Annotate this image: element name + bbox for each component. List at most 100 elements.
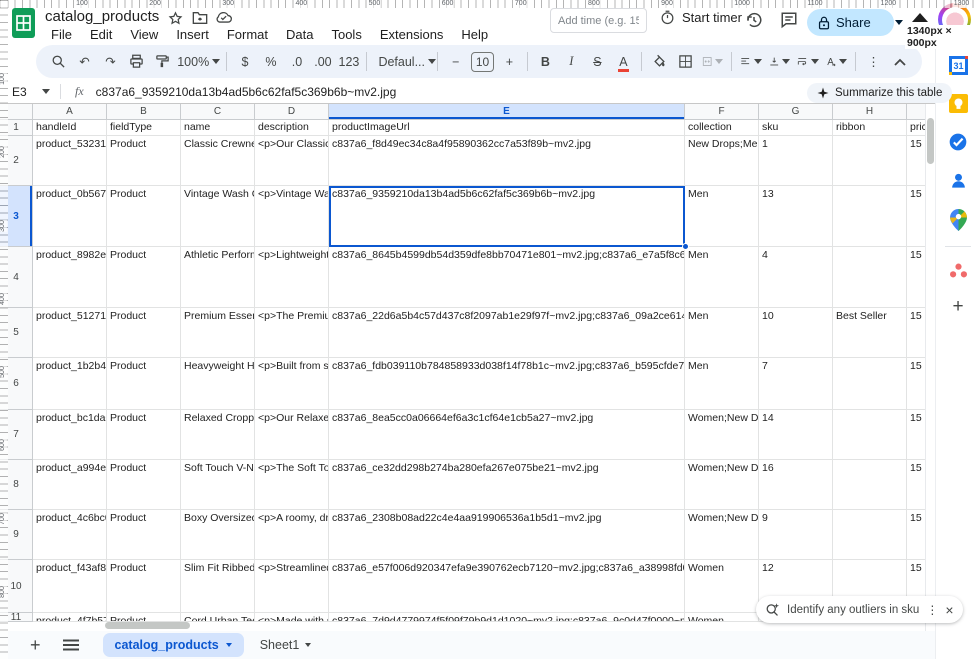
cell-G5[interactable]: 10 [759, 308, 833, 358]
cell-H6[interactable] [833, 358, 907, 410]
cell-I2[interactable]: 15 [907, 136, 925, 186]
cell-I9[interactable]: 15 [907, 510, 925, 560]
cell-B1[interactable]: fieldType [107, 120, 181, 136]
text-rotation-button[interactable] [823, 49, 850, 74]
cell-G4[interactable]: 4 [759, 247, 833, 308]
cell-I5[interactable]: 15 [907, 308, 925, 358]
cell-D9[interactable]: <p>A roomy, dropped [255, 510, 329, 560]
cell-F9[interactable]: Women;New Drops [685, 510, 759, 560]
menu-help[interactable]: Help [454, 26, 495, 43]
menu-data[interactable]: Data [279, 26, 320, 43]
name-box-caret[interactable] [42, 89, 50, 94]
add-sheet-icon[interactable]: + [30, 635, 41, 656]
cell-A9[interactable]: product_4c6bc08 [33, 510, 107, 560]
cell-E10[interactable]: c837a6_e57f006d920347efa9e390762ecb7120~… [329, 560, 685, 613]
text-wrap-button[interactable] [794, 49, 821, 74]
summarize-table-button[interactable]: Summarize this table [807, 83, 952, 103]
font-size-input[interactable]: 10 [471, 52, 494, 72]
gemini-suggestion-chip[interactable]: Identify any outliers in sku ⋮ × [756, 596, 963, 623]
horizontal-scrollbar-thumb[interactable] [105, 622, 190, 629]
chip-close-icon[interactable]: × [945, 602, 953, 618]
cell-F6[interactable]: Men [685, 358, 759, 410]
cell-H8[interactable] [833, 460, 907, 510]
menu-edit[interactable]: Edit [83, 26, 119, 43]
cell-D4[interactable]: <p>Lightweight, breathable [255, 247, 329, 308]
share-dropdown-caret[interactable] [895, 20, 903, 25]
strikethrough-button[interactable]: S [585, 49, 610, 74]
cell-A1[interactable]: handleId [33, 120, 107, 136]
tab-catalog-products[interactable]: catalog_products [103, 633, 244, 657]
cell-F7[interactable]: Women;New Drops [685, 410, 759, 460]
cell-C7[interactable]: Relaxed Cropped Tee [181, 410, 255, 460]
tab-dropdown-caret[interactable] [305, 643, 311, 647]
vertical-scrollbar-thumb[interactable] [927, 118, 934, 164]
text-color-button[interactable]: A [611, 49, 636, 74]
addon-icon[interactable] [949, 262, 968, 279]
cell-B9[interactable]: Product [107, 510, 181, 560]
font-select[interactable]: Defaul... [372, 49, 432, 74]
bold-button[interactable]: B [533, 49, 558, 74]
column-header-F[interactable]: F [685, 104, 759, 120]
cell-H1[interactable]: ribbon [833, 120, 907, 136]
cell-B5[interactable]: Product [107, 308, 181, 358]
cell-H2[interactable] [833, 136, 907, 186]
cell-A6[interactable]: product_1b2b47 [33, 358, 107, 410]
collapse-toolbar-button[interactable] [887, 49, 912, 74]
menu-file[interactable]: File [44, 26, 79, 43]
cell-A2[interactable]: product_53231a [33, 136, 107, 186]
cell-E7[interactable]: c837a6_8ea5cc0a06664ef6a3c1cf64e1cb5a27~… [329, 410, 685, 460]
cell-C6[interactable]: Heavyweight Henley [181, 358, 255, 410]
cell-I7[interactable]: 15 [907, 410, 925, 460]
cell-E5[interactable]: c837a6_22d6a5b4c57d437c8f2097ab1e29f97f~… [329, 308, 685, 358]
cell-G8[interactable]: 16 [759, 460, 833, 510]
cell-I6[interactable]: 15 [907, 358, 925, 410]
vertical-scrollbar[interactable] [925, 104, 935, 631]
cell-I3[interactable]: 15 [907, 186, 925, 247]
version-history-icon[interactable] [745, 11, 763, 29]
cell-E8[interactable]: c837a6_ce32dd298b274ba280efa267e075be21~… [329, 460, 685, 510]
cell-C1[interactable]: name [181, 120, 255, 136]
column-header-A[interactable]: A [33, 104, 107, 120]
cell-B8[interactable]: Product [107, 460, 181, 510]
column-header-C[interactable]: C [181, 104, 255, 120]
cell-B11[interactable]: Product [107, 613, 181, 622]
sheets-logo-icon[interactable] [12, 8, 35, 38]
horizontal-align-button[interactable] [737, 49, 764, 74]
cell-E1[interactable]: productImageUrl [329, 120, 685, 136]
increase-font-size-button[interactable]: + [497, 49, 522, 74]
spreadsheet-grid[interactable]: ABCDEFGHI1234567891011handleIdfieldTypen… [0, 104, 925, 631]
cell-A3[interactable]: product_0b5671 [33, 186, 107, 247]
undo-button[interactable]: ↶ [72, 49, 97, 74]
document-title[interactable]: catalog_products [45, 8, 159, 25]
cell-F3[interactable]: Men [685, 186, 759, 247]
vertical-align-button[interactable] [766, 49, 793, 74]
formula-input[interactable]: c837a6_9359210da13b4ad5b6c62faf5c369b6b~… [96, 85, 397, 99]
cell-D8[interactable]: <p>The Soft Touch [255, 460, 329, 510]
cell-G9[interactable]: 9 [759, 510, 833, 560]
column-header-H[interactable]: H [833, 104, 907, 120]
column-header-B[interactable]: B [107, 104, 181, 120]
cell-C8[interactable]: Soft Touch V-Neck [181, 460, 255, 510]
menu-extensions[interactable]: Extensions [373, 26, 451, 43]
cell-A11[interactable]: product_4f7b57 [33, 613, 107, 622]
menu-tools[interactable]: Tools [324, 26, 368, 43]
cell-F8[interactable]: Women;New Drops [685, 460, 759, 510]
cell-C9[interactable]: Boxy Oversized Tee [181, 510, 255, 560]
zoom-select[interactable]: 100% [176, 49, 221, 74]
cell-B7[interactable]: Product [107, 410, 181, 460]
cell-B6[interactable]: Product [107, 358, 181, 410]
start-timer-button[interactable]: Start timer [660, 10, 742, 25]
column-header-G[interactable]: G [759, 104, 833, 120]
cell-I1[interactable]: price [907, 120, 925, 136]
cell-G2[interactable]: 1 [759, 136, 833, 186]
number-format-button[interactable]: 123 [336, 49, 361, 74]
move-folder-icon[interactable] [192, 11, 208, 25]
cell-H5[interactable]: Best Seller [833, 308, 907, 358]
cell-E4[interactable]: c837a6_8645b4599db54d359dfe8bb70471e801~… [329, 247, 685, 308]
cell-C5[interactable]: Premium Essential T [181, 308, 255, 358]
decrease-font-size-button[interactable]: − [443, 49, 468, 74]
cell-H9[interactable] [833, 510, 907, 560]
cell-F5[interactable]: Men [685, 308, 759, 358]
search-icon[interactable] [46, 49, 71, 74]
cell-B4[interactable]: Product [107, 247, 181, 308]
